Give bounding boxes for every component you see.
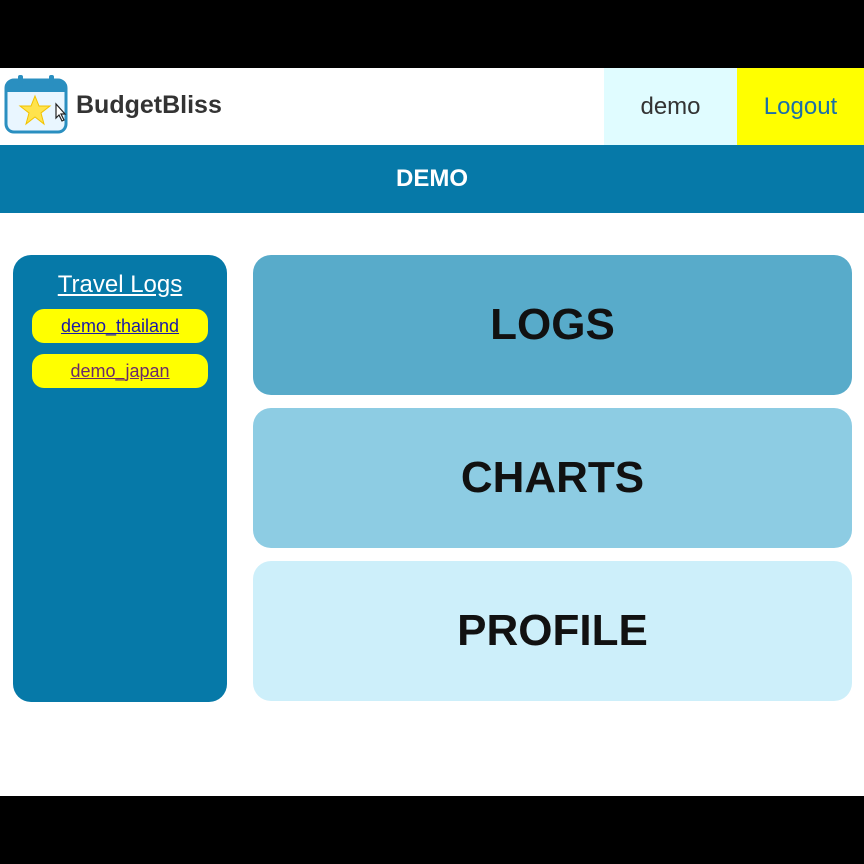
logout-button[interactable]: Logout — [737, 68, 864, 145]
calendar-star-icon[interactable] — [4, 74, 68, 134]
letterbox-bottom — [0, 796, 864, 864]
travel-log-link-japan[interactable]: demo_japan — [32, 354, 208, 388]
page-title: DEMO — [0, 145, 864, 213]
letterbox-top — [0, 0, 864, 68]
profile-card[interactable]: PROFILE — [253, 561, 852, 701]
user-tab[interactable]: demo — [604, 68, 737, 145]
travel-logs-sidebar: Travel Logs demo_thailand demo_japan — [13, 255, 227, 702]
travel-log-link-thailand[interactable]: demo_thailand — [32, 309, 208, 343]
sidebar-title[interactable]: Travel Logs — [13, 271, 227, 299]
header: BudgetBliss demo Logout — [0, 68, 864, 145]
app-window: BudgetBliss demo Logout DEMO Travel Logs… — [0, 68, 864, 796]
charts-card[interactable]: CHARTS — [253, 408, 852, 548]
logs-card[interactable]: LOGS — [253, 255, 852, 395]
brand-name: BudgetBliss — [76, 91, 222, 119]
